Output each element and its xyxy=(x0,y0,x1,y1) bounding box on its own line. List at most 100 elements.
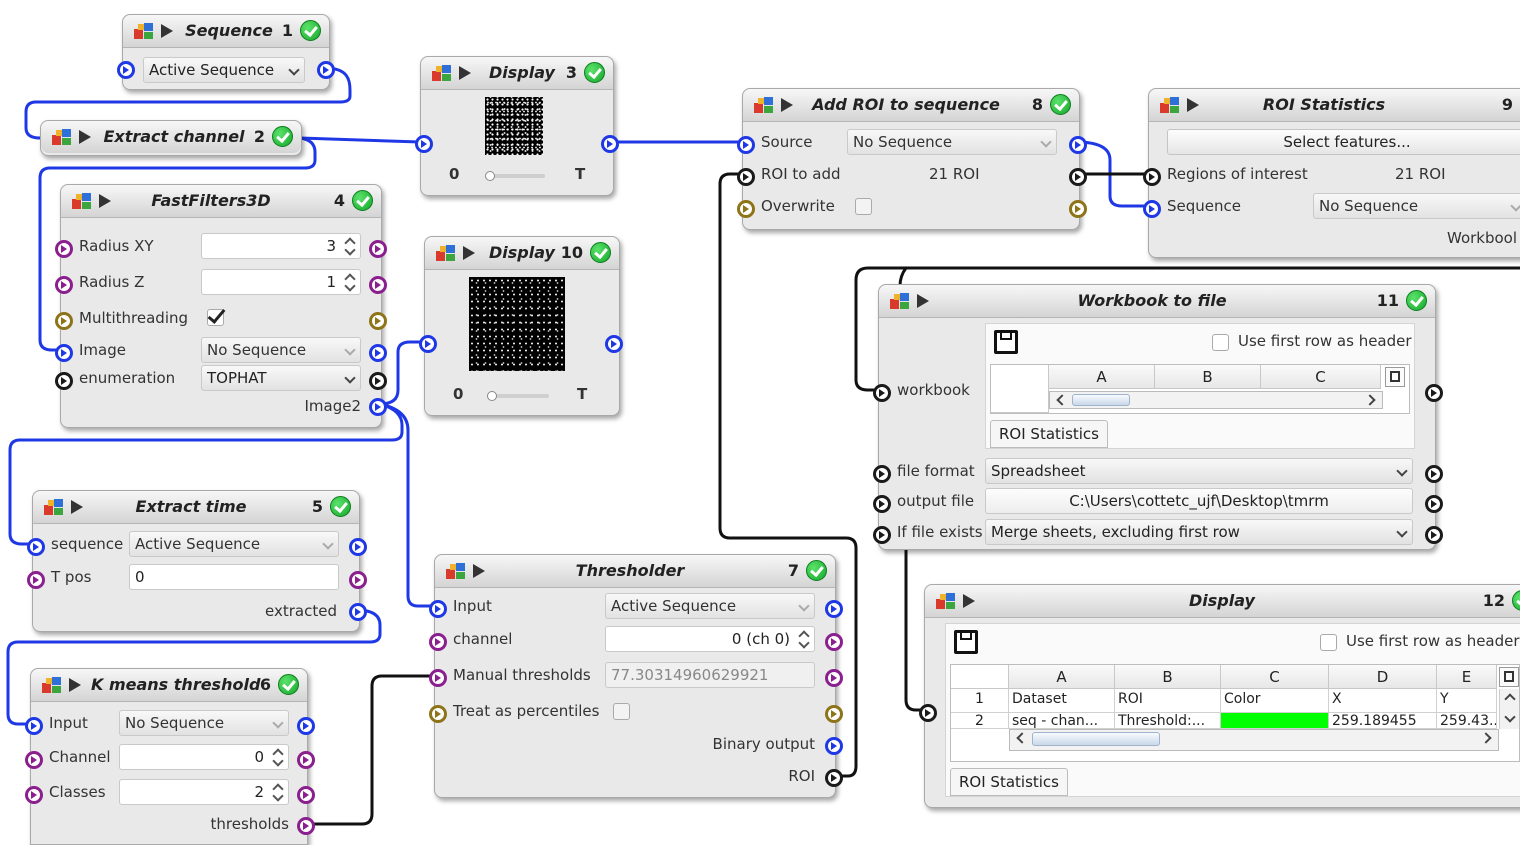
manual-thresholds-field[interactable]: 77.30314960629921 xyxy=(605,662,815,688)
column-header-d[interactable]: D xyxy=(1329,665,1437,689)
multithreading-output-port[interactable] xyxy=(369,312,387,330)
sequence-combo[interactable]: Active Sequence xyxy=(143,57,305,83)
source-combo[interactable]: No Sequence xyxy=(847,129,1057,155)
column-header-a[interactable]: A xyxy=(1049,365,1155,389)
block-header[interactable]: Extract channel 2 xyxy=(41,121,301,153)
block-header[interactable]: K means threshold 6 xyxy=(31,669,307,702)
block-header[interactable]: Extract time 5 xyxy=(33,491,359,524)
radius-xy-spinner[interactable]: 3 xyxy=(201,233,361,259)
multithreading-checkbox[interactable] xyxy=(207,309,224,326)
roi-to-add-output-port[interactable] xyxy=(1069,168,1087,186)
input-input-port[interactable] xyxy=(429,600,447,618)
channel-input-port[interactable] xyxy=(429,633,447,651)
column-header-e[interactable]: E xyxy=(1437,665,1497,689)
sequence-combo[interactable]: Active Sequence xyxy=(129,531,339,557)
block-header[interactable]: Thresholder 7 xyxy=(435,555,835,588)
percentiles-output-port[interactable] xyxy=(825,705,843,723)
tpos-field[interactable]: 0 xyxy=(129,564,339,590)
if-file-exists-combo[interactable]: Merge sheets, excluding first row xyxy=(985,519,1413,545)
play-icon[interactable] xyxy=(1187,98,1199,112)
enumeration-output-port[interactable] xyxy=(369,372,387,390)
play-icon[interactable] xyxy=(459,66,471,80)
table-cell[interactable]: 259.189455 xyxy=(1329,713,1437,729)
column-header-c[interactable]: C xyxy=(1261,365,1381,389)
manual-thresholds-input-port[interactable] xyxy=(429,669,447,687)
workbook-viewer[interactable]: Use first row as header A B C D E 1 Data… xyxy=(945,623,1520,797)
color-swatch-cell[interactable] xyxy=(1221,713,1329,729)
horizontal-scrollbar[interactable] xyxy=(1049,391,1383,409)
column-header-c[interactable]: C xyxy=(1221,665,1329,689)
spreadsheet-grid[interactable]: A B C xyxy=(990,364,1410,414)
image-combo[interactable]: No Sequence xyxy=(201,337,361,363)
play-icon[interactable] xyxy=(161,24,173,38)
radius-xy-output-port[interactable] xyxy=(369,240,387,258)
output-file-output-port[interactable] xyxy=(1425,495,1443,513)
column-header-a[interactable]: A xyxy=(1009,665,1115,689)
column-header-b[interactable]: B xyxy=(1155,365,1261,389)
use-first-row-checkbox[interactable] xyxy=(1320,634,1337,651)
workbook-input-port[interactable] xyxy=(873,384,891,402)
block-display-12[interactable]: Display 12 Use first row as header A B C… xyxy=(919,584,1520,808)
block-header[interactable]: Sequence 1 xyxy=(123,15,329,48)
block-header[interactable]: Add ROI to sequence 8 xyxy=(743,89,1079,122)
block-header[interactable]: Display 10 xyxy=(425,237,619,270)
radius-z-spinner[interactable]: 1 xyxy=(201,269,361,295)
table-cell[interactable]: Color xyxy=(1221,689,1329,713)
workbook-viewer[interactable]: Use first row as header A B C ROI Statis… xyxy=(985,323,1415,449)
radius-z-output-port[interactable] xyxy=(369,276,387,294)
output-file-field[interactable]: C:\Users\cottetc_ujf\Desktop\tmrm xyxy=(985,488,1413,514)
channel-input-port[interactable] xyxy=(25,751,43,769)
overwrite-checkbox[interactable] xyxy=(855,198,872,215)
input-combo[interactable]: Active Sequence xyxy=(605,593,815,619)
block-roi-statistics[interactable]: ROI Statistics 9 Select features... Regi… xyxy=(1143,88,1520,258)
image2-output-port[interactable] xyxy=(369,398,387,416)
binary-output-port[interactable] xyxy=(825,737,843,755)
play-icon[interactable] xyxy=(917,294,929,308)
block-add-roi-to-sequence[interactable]: Add ROI to sequence 8 Source No Sequence… xyxy=(737,88,1087,230)
thresholds-output-port[interactable] xyxy=(297,817,315,835)
play-icon[interactable] xyxy=(69,678,81,692)
table-cell[interactable]: Threshold:... xyxy=(1115,713,1221,729)
vertical-scrollbar[interactable] xyxy=(1499,689,1519,729)
sequence-output-port[interactable] xyxy=(349,538,367,556)
sheet-menu-icon[interactable] xyxy=(1385,367,1405,387)
block-header[interactable]: Workbook to file 11 xyxy=(879,285,1435,318)
image-preview[interactable] xyxy=(469,277,565,371)
roi-output-port[interactable] xyxy=(825,769,843,787)
multithreading-input-port[interactable] xyxy=(55,312,73,330)
spreadsheet-grid[interactable]: A B C D E 1 Dataset ROI Color X Y 2 seq … xyxy=(950,664,1520,762)
output-file-input-port[interactable] xyxy=(873,495,891,513)
image-output-port[interactable] xyxy=(369,344,387,362)
sequence-output-port[interactable] xyxy=(317,61,335,79)
input-output-port[interactable] xyxy=(825,600,843,618)
block-header[interactable]: ROI Statistics 9 xyxy=(1149,89,1520,122)
block-sequence[interactable]: Sequence 1 Active Sequence xyxy=(117,14,335,90)
radius-xy-input-port[interactable] xyxy=(55,240,73,258)
block-header[interactable]: Display 12 xyxy=(925,585,1520,618)
extracted-output-port[interactable] xyxy=(349,603,367,621)
overwrite-input-port[interactable] xyxy=(737,200,755,218)
block-fastfilters3d[interactable]: FastFilters3D 4 Radius XY 3 Radius Z 1 M… xyxy=(55,184,387,428)
sequence-input-port[interactable] xyxy=(1143,200,1161,218)
image-preview[interactable] xyxy=(485,97,543,155)
input-output-port[interactable] xyxy=(297,717,315,735)
channel-output-port[interactable] xyxy=(297,751,315,769)
overwrite-output-port[interactable] xyxy=(1069,200,1087,218)
play-icon[interactable] xyxy=(79,130,91,144)
block-kmeans-threshold[interactable]: K means threshold 6 Input No Sequence Ch… xyxy=(25,668,315,845)
manual-thresholds-output-port[interactable] xyxy=(825,669,843,687)
display-input-port[interactable] xyxy=(419,335,437,353)
display-output-port[interactable] xyxy=(605,335,623,353)
tpos-input-port[interactable] xyxy=(27,571,45,589)
workbook-output-port[interactable] xyxy=(1425,384,1443,402)
block-extract-time[interactable]: Extract time 5 sequence Active Sequence … xyxy=(27,490,367,632)
roi-to-add-input-port[interactable] xyxy=(737,168,755,186)
sheet-tab-roi-statistics[interactable]: ROI Statistics xyxy=(950,768,1068,796)
classes-output-port[interactable] xyxy=(297,786,315,804)
play-icon[interactable] xyxy=(473,564,485,578)
sequence-input-port[interactable] xyxy=(117,61,135,79)
display-output-port[interactable] xyxy=(601,135,619,153)
block-extract-channel[interactable]: Extract channel 2 xyxy=(40,120,302,156)
input-input-port[interactable] xyxy=(25,717,43,735)
image-input-port[interactable] xyxy=(55,344,73,362)
